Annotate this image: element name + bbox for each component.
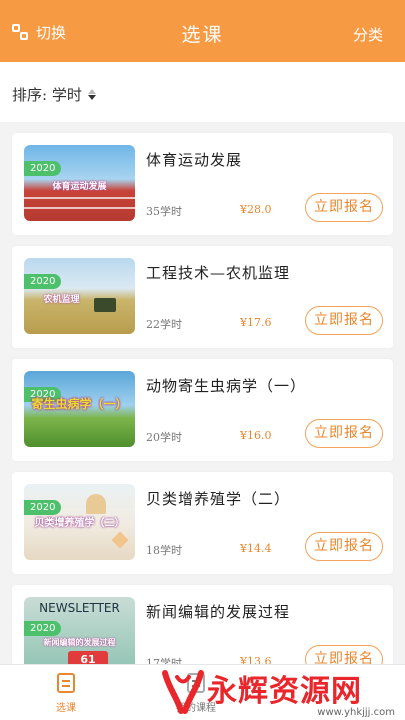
page-title: 选课	[181, 24, 224, 46]
sort-label: 排序: 学时	[12, 86, 82, 104]
course-thumbnail: 2020 农机监理	[24, 258, 135, 334]
course-price: ¥16.0	[240, 429, 272, 442]
course-thumbnail: 2020 寄生虫病学（一）	[24, 371, 135, 447]
course-price: ¥28.0	[240, 203, 272, 216]
course-title[interactable]: 体育运动发展	[146, 149, 242, 170]
tab-label: 选课	[56, 703, 76, 714]
year-badge: 2020	[24, 274, 62, 289]
course-title[interactable]: 新闻编辑的发展过程	[146, 601, 290, 622]
enroll-button[interactable]: 立即报名	[305, 306, 383, 335]
course-card[interactable]: 2020 寄生虫病学（一） 动物寄生虫病学（一） 20学时 ¥16.0 立即报名	[12, 359, 393, 461]
thumbnail-caption: 农机监理	[43, 295, 80, 305]
watermark-text: 永辉资源网	[207, 674, 362, 709]
sort-bar: 排序: 学时	[0, 62, 405, 122]
watermark: 永辉资源网 www.yhkjjj.com	[159, 664, 399, 720]
course-card[interactable]: 2020 贝类增养殖学（二） 贝类增养殖学（二） 18学时 ¥14.4 立即报名	[12, 472, 393, 574]
course-title[interactable]: 动物寄生虫病学（一）	[146, 375, 306, 396]
course-card[interactable]: 2020 农机监理 工程技术—农机监理 22学时 ¥17.6 立即报名	[12, 246, 393, 348]
course-hours: 18学时	[146, 544, 182, 557]
watermark-url: www.yhkjjj.com	[317, 707, 395, 718]
course-hours: 22学时	[146, 318, 182, 331]
enroll-button[interactable]: 立即报名	[305, 532, 383, 561]
sort-arrows-icon	[87, 89, 96, 100]
sort-by-hours-button[interactable]: 排序: 学时	[12, 84, 96, 105]
course-title[interactable]: 贝类增养殖学（二）	[146, 488, 290, 509]
year-badge: 2020	[24, 621, 62, 636]
thumbnail-caption: 新闻编辑的发展过程	[43, 638, 116, 647]
year-badge: 2020	[24, 500, 62, 515]
course-price: ¥14.4	[240, 542, 272, 555]
course-hours: 20学时	[146, 431, 182, 444]
tab-course-select[interactable]: 选课	[26, 673, 106, 714]
category-button[interactable]: 分类	[353, 24, 383, 45]
course-thumbnail: 2020 贝类增养殖学（二）	[24, 484, 135, 560]
watermark-logo-icon	[159, 669, 207, 715]
course-thumbnail: 2020 体育运动发展	[24, 145, 135, 221]
thumbnail-caption: 寄生虫病学（一）	[31, 397, 128, 411]
course-card[interactable]: 2020 体育运动发展 体育运动发展 35学时 ¥28.0 立即报名	[12, 133, 393, 235]
year-badge: 2020	[24, 161, 62, 176]
top-bar: 切换 选课 分类	[0, 0, 405, 62]
course-title[interactable]: 工程技术—农机监理	[146, 262, 290, 283]
course-list: 2020 体育运动发展 体育运动发展 35学时 ¥28.0 立即报名 2020 …	[12, 133, 393, 698]
course-icon	[57, 673, 75, 693]
course-hours: 35学时	[146, 205, 182, 218]
course-price: ¥17.6	[240, 316, 272, 329]
course-thumbnail: NEWSLETTER 61 2020 新闻编辑的发展过程	[24, 597, 135, 673]
thumbnail-header: NEWSLETTER	[39, 601, 120, 615]
enroll-button[interactable]: 立即报名	[305, 419, 383, 448]
thumbnail-caption: 贝类增养殖学（二）	[34, 518, 125, 529]
enroll-button[interactable]: 立即报名	[305, 193, 383, 222]
thumbnail-caption: 体育运动发展	[52, 182, 107, 192]
